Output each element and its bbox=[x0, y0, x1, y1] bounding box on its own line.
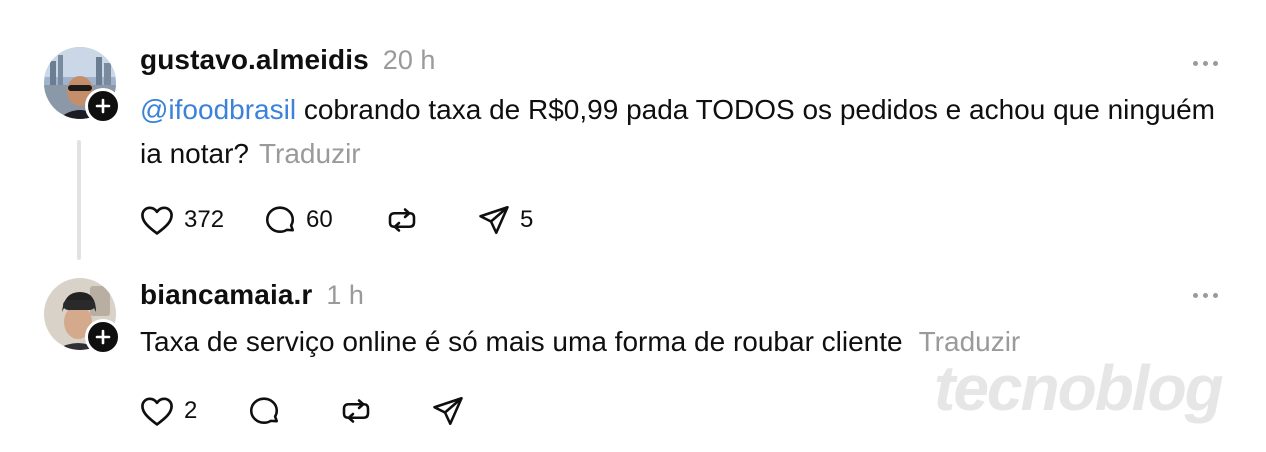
timestamp[interactable]: 20 h bbox=[383, 45, 436, 76]
post-header: biancamaia.r 1 h bbox=[140, 279, 364, 311]
share-icon bbox=[479, 205, 509, 235]
share-count: 5 bbox=[520, 206, 534, 233]
repost-button[interactable] bbox=[338, 393, 430, 429]
thread-line bbox=[77, 140, 81, 260]
username[interactable]: gustavo.almeidis bbox=[140, 44, 369, 76]
share-button[interactable] bbox=[430, 393, 466, 429]
more-button[interactable] bbox=[1193, 61, 1218, 66]
reply-button[interactable]: 60 bbox=[262, 202, 384, 238]
post-header: gustavo.almeidis 20 h bbox=[140, 44, 435, 76]
share-button[interactable]: 5 bbox=[476, 202, 533, 238]
timestamp[interactable]: 1 h bbox=[326, 280, 364, 311]
mention-link[interactable]: @ifoodbrasil bbox=[140, 94, 296, 125]
like-button[interactable]: 2 bbox=[138, 392, 246, 430]
svg-text:tecnoblog: tecnoblog bbox=[934, 352, 1223, 424]
heart-icon bbox=[141, 206, 173, 235]
comment-icon bbox=[249, 397, 279, 424]
follow-button[interactable] bbox=[85, 88, 121, 124]
watermark-logo: tecnoblog bbox=[934, 352, 1225, 424]
post-body: Taxa de serviço online é só mais uma for… bbox=[140, 326, 903, 357]
plus-icon bbox=[95, 98, 111, 114]
repost-icon bbox=[342, 399, 370, 423]
action-bar: 372 60 5 bbox=[138, 201, 533, 239]
share-icon bbox=[433, 396, 463, 426]
thread-post: gustavo.almeidis 20 h @ifoodbrasil cobra… bbox=[0, 0, 1266, 265]
reply-count: 60 bbox=[306, 206, 333, 233]
repost-icon bbox=[388, 208, 416, 232]
plus-icon bbox=[95, 329, 111, 345]
action-bar: 2 bbox=[138, 392, 466, 430]
like-button[interactable]: 372 bbox=[138, 201, 262, 239]
more-button[interactable] bbox=[1193, 293, 1218, 298]
more-icon bbox=[1193, 293, 1198, 298]
username[interactable]: biancamaia.r bbox=[140, 279, 312, 311]
like-count: 372 bbox=[184, 206, 225, 233]
translate-link[interactable]: Traduzir bbox=[259, 138, 361, 169]
heart-icon bbox=[141, 397, 173, 426]
comment-icon bbox=[265, 206, 295, 233]
like-count: 2 bbox=[184, 397, 198, 424]
follow-button[interactable] bbox=[85, 319, 121, 355]
post-text: @ifoodbrasil cobrando taxa de R$0,99 pad… bbox=[140, 88, 1220, 176]
repost-button[interactable] bbox=[384, 202, 476, 238]
reply-button[interactable] bbox=[246, 393, 338, 429]
more-icon bbox=[1193, 61, 1198, 66]
